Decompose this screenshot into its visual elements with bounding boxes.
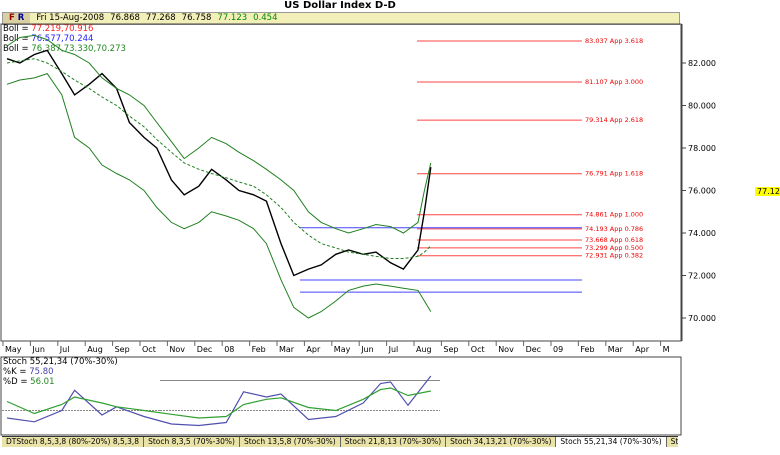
time-axis-label: May — [334, 345, 351, 354]
price-tick-label: 82.000 — [688, 59, 716, 68]
stoch-panel-frame — [0, 356, 682, 436]
price-tick-label: 72.000 — [688, 272, 716, 281]
time-axis-label: Sep — [115, 345, 130, 354]
time-axis-label: Aug — [87, 345, 103, 354]
price-tick-label: 80.000 — [688, 102, 716, 111]
time-axis-label: M — [663, 345, 670, 354]
time-axis-label: Oct — [142, 345, 156, 354]
series-boll-upper — [6, 34, 432, 234]
series-price — [6, 49, 432, 277]
price-tick-label: 76.000 — [688, 187, 716, 196]
time-axis-label: Mar — [608, 345, 624, 354]
stoch-d-legend: %D = 56.01 — [3, 377, 55, 387]
fib-level-label: 74.861 App 1.000 — [585, 211, 643, 219]
fib-level-label: 73.668 App 0.618 — [585, 236, 643, 244]
fib-level-label: 74.193 App 0.786 — [585, 225, 643, 233]
time-axis-label: Sep — [443, 345, 458, 354]
time-axis-label: Jul — [59, 345, 70, 354]
time-axis-label: Apr — [635, 345, 650, 354]
time-axis-label: Jun — [360, 345, 374, 354]
time-axis-label: Jul — [388, 345, 399, 354]
price-tick-label: 70.000 — [688, 314, 716, 323]
price-panel-frame — [0, 23, 682, 342]
stoch-k-legend: %K = 75.80 — [3, 367, 54, 377]
indicator-tab[interactable]: Stoch 89,34,55 (70%-30%) — [666, 437, 678, 447]
fib-level-label: 72.931 App 0.382 — [585, 252, 643, 260]
time-axis-label: Feb — [252, 345, 266, 354]
indicator-tab[interactable]: Stoch 8,3,5 (70%-30%) — [144, 437, 240, 447]
fib-level-label: 81.107 App 3.000 — [585, 78, 643, 86]
indicator-tabs: DTStoch 8,5,3,8 (80%-20%) 8,5,3,8 Stoch 8… — [2, 436, 678, 447]
price-tick-label: 74.000 — [688, 229, 716, 238]
time-axis-label: May — [5, 345, 22, 354]
fib-level-label: 83.037 App 3.618 — [585, 37, 643, 45]
stoch-title: Stoch 55,21,34 (70%-30%) — [3, 357, 118, 367]
time-axis-label: Mar — [279, 345, 295, 354]
time-axis-label: Dec — [197, 345, 212, 354]
indicator-tab[interactable]: Stoch 13,5,8 (70%-30%) — [239, 437, 341, 447]
time-axis-label: Oct — [471, 345, 485, 354]
time-axis-label: 08 — [224, 345, 234, 354]
time-axis-label: Nov — [498, 345, 514, 354]
stoch-d-line — [6, 387, 431, 419]
time-axis-label: Feb — [580, 345, 594, 354]
stoch-k-line — [6, 375, 432, 427]
indicator-tab[interactable]: Stoch 34,13,21 (70%-30%) — [446, 437, 557, 447]
time-axis-label: Jun — [31, 345, 45, 354]
fib-level-label: 73.299 App 0.500 — [585, 244, 643, 252]
indicator-tab[interactable]: DTStoch 8,5,3,8 (80%-20%) 8,5,3,8 — [2, 437, 145, 447]
time-axis-label: Apr — [306, 345, 321, 354]
time-axis-label: Dec — [526, 345, 541, 354]
time-axis-label: Aug — [416, 345, 432, 354]
last-price-label: 77.123 — [755, 187, 780, 196]
time-axis-label: Nov — [169, 345, 185, 354]
price-tick-label: 78.000 — [688, 144, 716, 153]
time-axis-label: 09 — [553, 345, 563, 354]
series-boll-lower — [6, 73, 432, 319]
fib-level-label: 76.791 App 1.618 — [585, 170, 643, 178]
chart-svg: 82.000 80.000 78.000 76.000 74.000 72.000 70.0… — [0, 23, 716, 436]
indicator-tab[interactable]: Stoch 21,8,13 (70%-30%) — [340, 437, 447, 447]
indicator-tab[interactable]: Stoch 55,21,34 (70%-30%) — [556, 437, 667, 447]
fib-level-label: 79.314 App 2.618 — [585, 116, 643, 124]
